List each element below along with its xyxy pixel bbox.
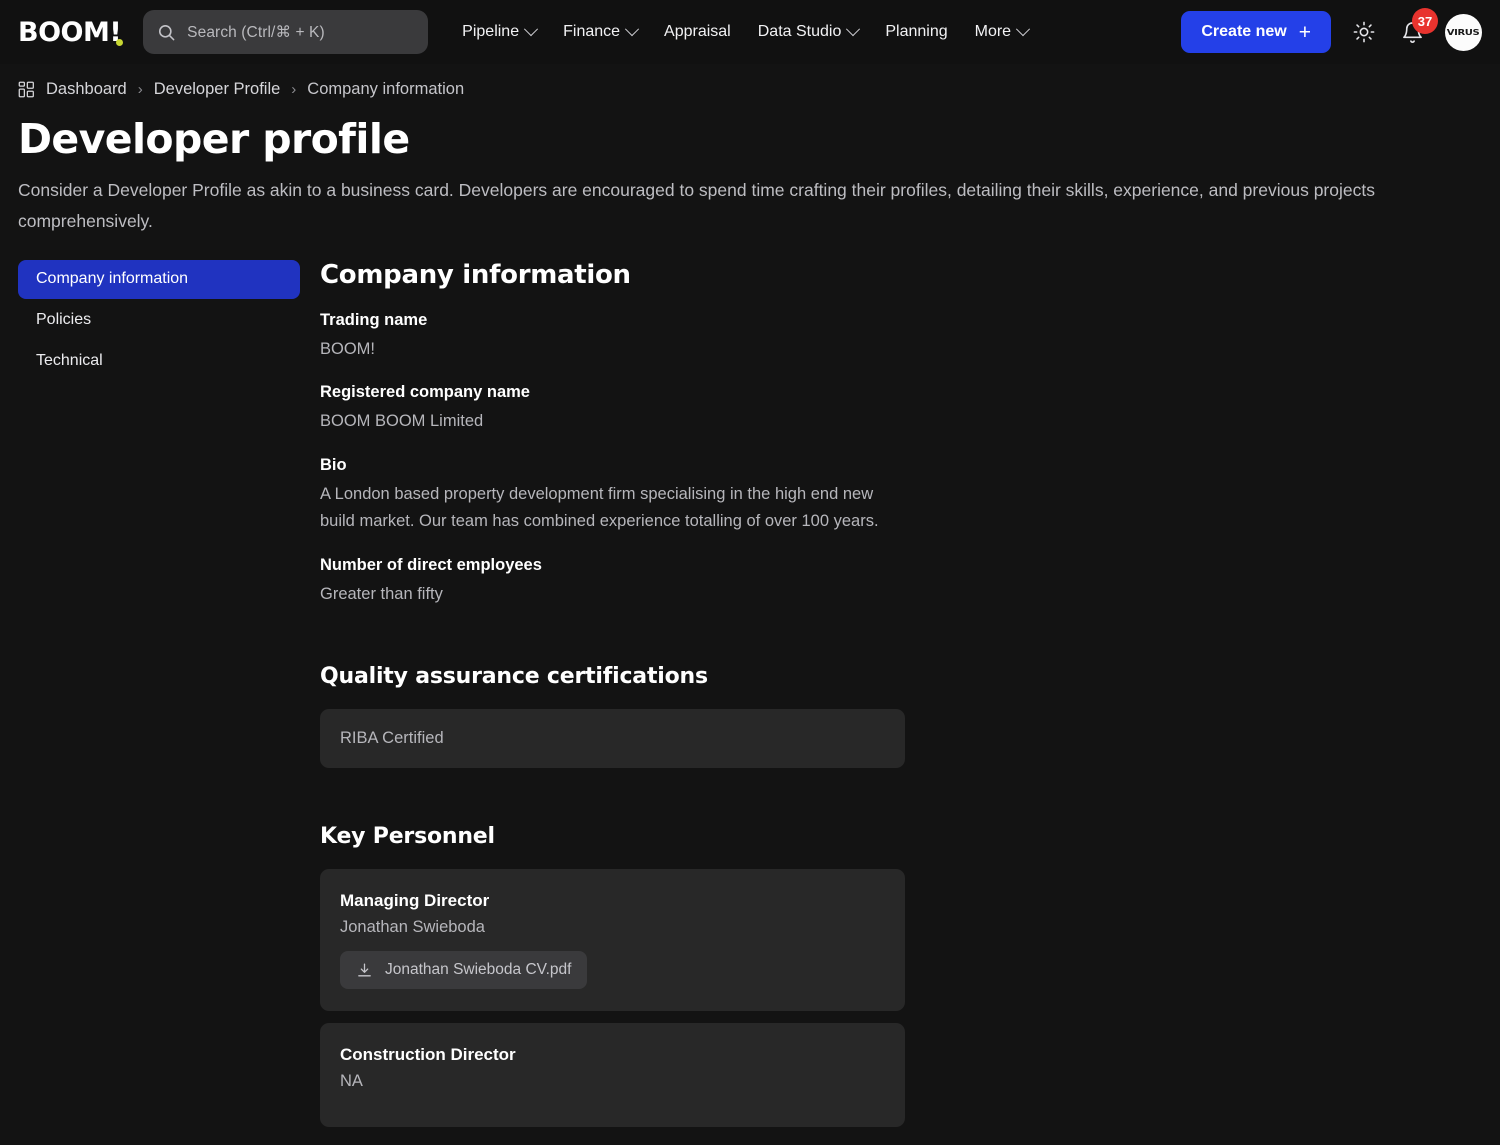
breadcrumb-separator: ›: [137, 81, 143, 98]
field-label: Bio: [320, 456, 347, 475]
block-title: Key Personnel: [320, 824, 495, 849]
nav-item-appraisal[interactable]: Appraisal: [664, 23, 731, 41]
top-navigation-bar: BOOM! Search (Ctrl/⌘ + K) Pipeline Finan…: [0, 0, 1500, 64]
nav-item-data-studio[interactable]: Data Studio: [757, 22, 861, 41]
sidebar-item-company-information[interactable]: Company information: [18, 259, 300, 299]
field-registered-company-name: Registered company name BOOM BOOM Limite…: [320, 383, 1482, 435]
field-value: A London based property development firm…: [320, 485, 879, 531]
chevron-down-icon: [1016, 22, 1031, 37]
nav-item-more[interactable]: More: [974, 22, 1031, 41]
theme-toggle-button[interactable]: [1349, 17, 1379, 47]
block-title: Quality assurance certifications: [320, 664, 708, 689]
field-number-of-direct-employees: Number of direct employees Greater than …: [320, 556, 1482, 608]
field-label: Number of direct employees: [320, 556, 542, 575]
dashboard-grid-icon[interactable]: [18, 81, 35, 98]
field-trading-name: Trading name BOOM!: [320, 311, 1482, 363]
section-sidebar: Company information Policies Technical: [18, 259, 300, 1127]
notifications-button[interactable]: 37: [1397, 8, 1438, 47]
chevron-down-icon: [524, 22, 539, 37]
app-logo-text: BOOM!: [18, 16, 122, 48]
certification-name: RIBA Certified: [340, 729, 444, 747]
personnel-name: Jonathan Swieboda: [340, 918, 485, 936]
attachment-download-chip[interactable]: Jonathan Swieboda CV.pdf: [340, 951, 588, 989]
field-value: BOOM!: [320, 339, 376, 358]
nav-item-finance[interactable]: Finance: [563, 22, 640, 41]
download-icon: [356, 962, 373, 979]
search-placeholder: Search (Ctrl/⌘ + K): [187, 23, 325, 41]
page-header: Developer profile Consider a Developer P…: [0, 99, 1500, 238]
field-bio: Bio A London based property development …: [320, 456, 1482, 535]
breadcrumb-item-company-information: Company information: [307, 80, 465, 98]
search-icon: [157, 23, 176, 42]
nav-label: Appraisal: [664, 23, 731, 40]
nav-label: Data Studio: [757, 23, 842, 40]
nav-label: Planning: [885, 23, 948, 40]
certification-card: RIBA Certified: [320, 709, 905, 768]
sidebar-item-technical[interactable]: Technical: [18, 342, 300, 381]
personnel-card: Construction Director NA: [320, 1023, 905, 1127]
key-personnel-section: Key Personnel Managing Director Jonathan…: [320, 824, 1482, 1127]
create-new-button[interactable]: Create new +: [1181, 11, 1331, 53]
nav-item-pipeline[interactable]: Pipeline: [462, 22, 539, 41]
main-nav: Pipeline Finance Appraisal Data Studio P…: [462, 22, 1031, 41]
field-value: Greater than fifty: [320, 585, 443, 604]
nav-label: Finance: [563, 23, 621, 40]
user-avatar[interactable]: VIRUS: [1445, 13, 1482, 51]
nav-label: Pipeline: [462, 23, 520, 40]
quality-assurance-certifications-section: Quality assurance certifications RIBA Ce…: [320, 664, 1482, 768]
sun-icon: [1353, 21, 1375, 43]
sidebar-item-policies[interactable]: Policies: [18, 301, 300, 340]
logo-accent-dot: [116, 38, 124, 46]
page-title: Developer profile: [18, 115, 410, 163]
app-logo[interactable]: BOOM!: [18, 16, 124, 48]
notification-count-badge: 37: [1412, 8, 1438, 34]
create-new-label: Create new: [1201, 23, 1287, 40]
personnel-role: Construction Director: [340, 1045, 516, 1064]
personnel-name: NA: [340, 1072, 363, 1090]
field-label: Trading name: [320, 310, 428, 329]
sidebar-item-label: Technical: [36, 352, 103, 370]
main-content: Company information Trading name BOOM! R…: [320, 260, 1482, 1127]
attachment-filename: Jonathan Swieboda CV.pdf: [385, 961, 572, 978]
field-value: BOOM BOOM Limited: [320, 412, 484, 431]
breadcrumb-item-developer-profile[interactable]: Developer Profile: [154, 80, 281, 99]
chevron-down-icon: [846, 22, 861, 37]
personnel-role: Managing Director: [340, 891, 490, 910]
search-input[interactable]: Search (Ctrl/⌘ + K): [143, 10, 429, 54]
breadcrumb-separator: ›: [291, 81, 297, 98]
page-description: Consider a Developer Profile as akin to …: [18, 180, 1375, 232]
section-title-company-information: Company information: [320, 259, 631, 290]
page-body: Company information Policies Technical C…: [0, 238, 1500, 1127]
sidebar-item-label: Company information: [36, 270, 189, 288]
plus-icon: +: [1298, 20, 1311, 44]
breadcrumb: Dashboard › Developer Profile › Company …: [0, 64, 1500, 99]
breadcrumb-item-dashboard[interactable]: Dashboard: [46, 80, 127, 99]
personnel-card: Managing Director Jonathan Swieboda Jona…: [320, 869, 905, 1011]
nav-item-planning[interactable]: Planning: [885, 23, 947, 41]
avatar-initials: VIRUS: [1447, 27, 1480, 37]
top-bar-actions: Create new + 37 VIRUS: [1181, 8, 1482, 53]
field-label: Registered company name: [320, 383, 530, 402]
nav-label: More: [974, 23, 1012, 40]
sidebar-item-label: Policies: [36, 311, 92, 329]
chevron-down-icon: [624, 22, 640, 37]
